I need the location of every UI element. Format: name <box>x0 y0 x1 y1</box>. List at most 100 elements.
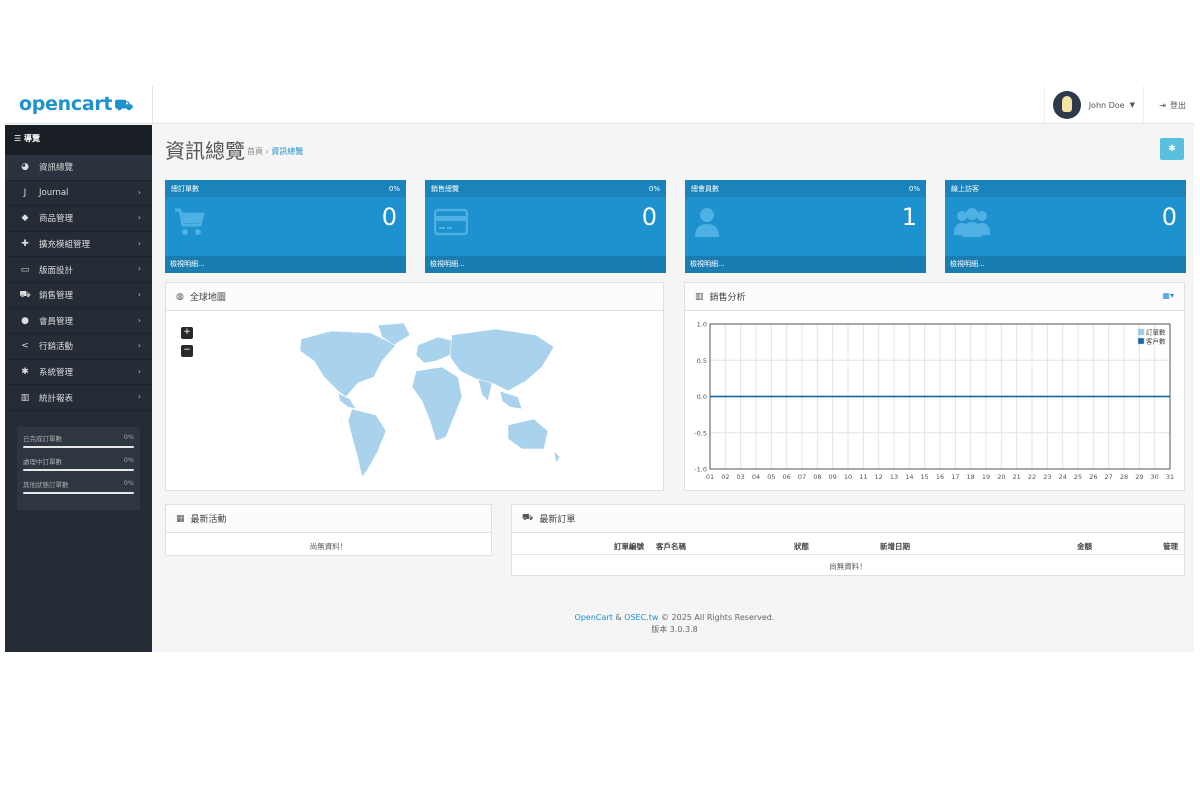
map-africa <box>411 366 463 442</box>
summary-tile: 總會員數 0% 1 檢視明細... <box>685 180 926 273</box>
sidebar-item[interactable]: ● 會員管理 › <box>5 309 152 335</box>
column-header[interactable]: 狀態 <box>794 541 809 552</box>
map-asia <box>449 328 555 392</box>
chart-x-tick-label: 24 <box>1059 473 1067 481</box>
sidebar-item[interactable]: < 行銷活動 › <box>5 334 152 360</box>
tile-title: 總會員數 <box>691 184 719 193</box>
chevron-right-icon: › <box>137 264 141 274</box>
sidebar-item[interactable]: ✱ 系統管理 › <box>5 360 152 386</box>
panel-title: 銷售分析 <box>709 293 746 303</box>
logo-cart-icon: ⛟ <box>114 96 133 114</box>
stat-head: 其他狀態訂單數 0% <box>23 479 134 489</box>
monitor-icon: ▭ <box>20 264 30 275</box>
settings-button[interactable]: ✱ <box>1160 138 1184 160</box>
cart-icon <box>174 207 206 237</box>
sidebar-item-label: 擴充模組管理 <box>39 240 91 251</box>
sidebar-item[interactable]: ▭ 版面設計 › <box>5 257 152 283</box>
sidebar-item[interactable]: ⛟ 銷售管理 › <box>5 283 152 309</box>
chart-y-tick-label: -1.0 <box>694 466 707 474</box>
sidebar-item[interactable]: ▥ 統計報表 › <box>5 385 152 411</box>
sidebar-item[interactable]: ◕ 資訊總覽 <box>5 155 152 181</box>
calendar-icon: ▦ <box>176 513 185 524</box>
gear-icon: ✱ <box>21 367 29 378</box>
calendar-dropdown-icon[interactable]: ▦▾ <box>1162 291 1174 300</box>
panel-heading: ▦ 最新活動 <box>166 505 491 533</box>
stat-progress-bar <box>23 445 134 448</box>
empty-message: 尚無資料！ <box>309 542 348 551</box>
opencart-logo[interactable]: opencart ⛟ <box>19 93 133 116</box>
column-header[interactable]: 新增日期 <box>880 541 910 552</box>
sidebar-item-label: 商品管理 <box>39 214 74 225</box>
puzzle-icon: ✚ <box>21 239 29 250</box>
page-title: 資訊總覽 <box>165 139 245 163</box>
sidebar-item[interactable]: ✚ 擴充模組管理 › <box>5 232 152 258</box>
stat-head: 處理中訂單數 0% <box>23 456 134 466</box>
chart-x-tick-label: 14 <box>905 473 913 481</box>
footer: OpenCart & OSEC.tw © 2025 All Rights Res… <box>165 612 1184 636</box>
map-south-america <box>347 408 387 478</box>
chevron-right-icon: › <box>137 289 141 299</box>
osec-link[interactable]: OSEC.tw <box>624 613 658 622</box>
tile-title: 銷售總覽 <box>431 184 459 193</box>
gear-icon: ✱ <box>1168 144 1176 154</box>
logout-button[interactable]: ⇥ 登出 <box>1159 86 1186 124</box>
chart-x-tick-label: 31 <box>1166 473 1174 481</box>
map-europe <box>415 336 455 364</box>
tile-title: 線上訪客 <box>951 184 979 193</box>
chart-x-tick-label: 13 <box>890 473 898 481</box>
stat-label: 已完成訂單數 <box>23 434 62 443</box>
tile-view-more-link[interactable]: 檢視明細... <box>685 256 926 273</box>
panel-title: 最新活動 <box>190 515 227 525</box>
journal-icon: J <box>23 187 27 198</box>
tile-view-more-link[interactable]: 檢視明細... <box>425 256 666 273</box>
world-map[interactable] <box>286 321 566 481</box>
chevron-right-icon: › <box>137 213 141 223</box>
cart-icon: ⛟ <box>19 289 31 300</box>
chart-x-tick-label: 11 <box>859 473 867 481</box>
footer-rights: © 2025 All Rights Reserved. <box>660 613 775 622</box>
summary-tile: 銷售總覽 0% 0 檢視明細... <box>425 180 666 273</box>
chart-x-tick-label: 16 <box>936 473 944 481</box>
map-zoom-out-button[interactable]: − <box>181 345 193 357</box>
tile-view-more-link[interactable]: 檢視明細... <box>945 256 1186 273</box>
chart-x-tick-label: 09 <box>829 473 837 481</box>
tile-heading: 線上訪客 <box>945 180 1186 197</box>
tile-percent: 0% <box>648 184 660 193</box>
sidebar-item-label: 版面設計 <box>39 265 74 276</box>
latest-orders-panel: ⛟ 最新訂單 訂單編號 客戶名稱 狀態 新增日期 金額 管理 尚無資料！ <box>511 504 1185 576</box>
chart-x-tick-label: 05 <box>767 473 775 481</box>
footer-version: 版本 3.0.3.8 <box>651 625 698 634</box>
chart-x-tick-label: 18 <box>967 473 975 481</box>
column-header[interactable]: 金額 <box>1077 541 1092 552</box>
column-header[interactable]: 訂單編號 <box>614 541 644 552</box>
panel-heading: ◍ 全球地圖 <box>166 283 663 311</box>
chart-x-tick-label: 29 <box>1135 473 1143 481</box>
user-icon <box>694 207 726 237</box>
user-menu[interactable]: John Doe ▼ <box>1043 86 1144 124</box>
tile-value: 0 <box>1161 203 1177 231</box>
panel-heading: ▥ 銷售分析 ▦▾ <box>685 283 1184 311</box>
chevron-right-icon: › <box>137 315 141 325</box>
map-new-zealand <box>553 450 561 464</box>
column-header[interactable]: 客戶名稱 <box>656 541 686 552</box>
nav-header[interactable]: ☰ 導覽 <box>5 125 152 155</box>
stat-progress-bar <box>23 491 134 494</box>
chart-x-tick-label: 10 <box>844 473 852 481</box>
tile-body: 0 <box>945 197 1186 256</box>
user-icon: ● <box>21 315 29 326</box>
stat-head: 已完成訂單數 0% <box>23 433 134 443</box>
breadcrumb-home[interactable]: 首頁 <box>247 147 263 156</box>
chart-x-tick-label: 03 <box>737 473 745 481</box>
sidebar-item[interactable]: ◆ 商品管理 › <box>5 206 152 232</box>
tile-view-more-link[interactable]: 檢視明細... <box>165 256 406 273</box>
map-zoom-in-button[interactable]: + <box>181 327 193 339</box>
opencart-link[interactable]: OpenCart <box>575 613 613 622</box>
sidebar-item[interactable]: J Journal › <box>5 181 152 207</box>
column-header[interactable]: 管理 <box>1163 541 1178 552</box>
tile-value: 0 <box>641 203 657 231</box>
bar-chart-icon: ▥ <box>695 291 704 302</box>
breadcrumb-current[interactable]: 資訊總覽 <box>271 147 303 156</box>
chart-x-tick-label: 07 <box>798 473 806 481</box>
tile-percent: 0% <box>388 184 400 193</box>
chart-y-tick-label: 0.0 <box>697 393 707 401</box>
